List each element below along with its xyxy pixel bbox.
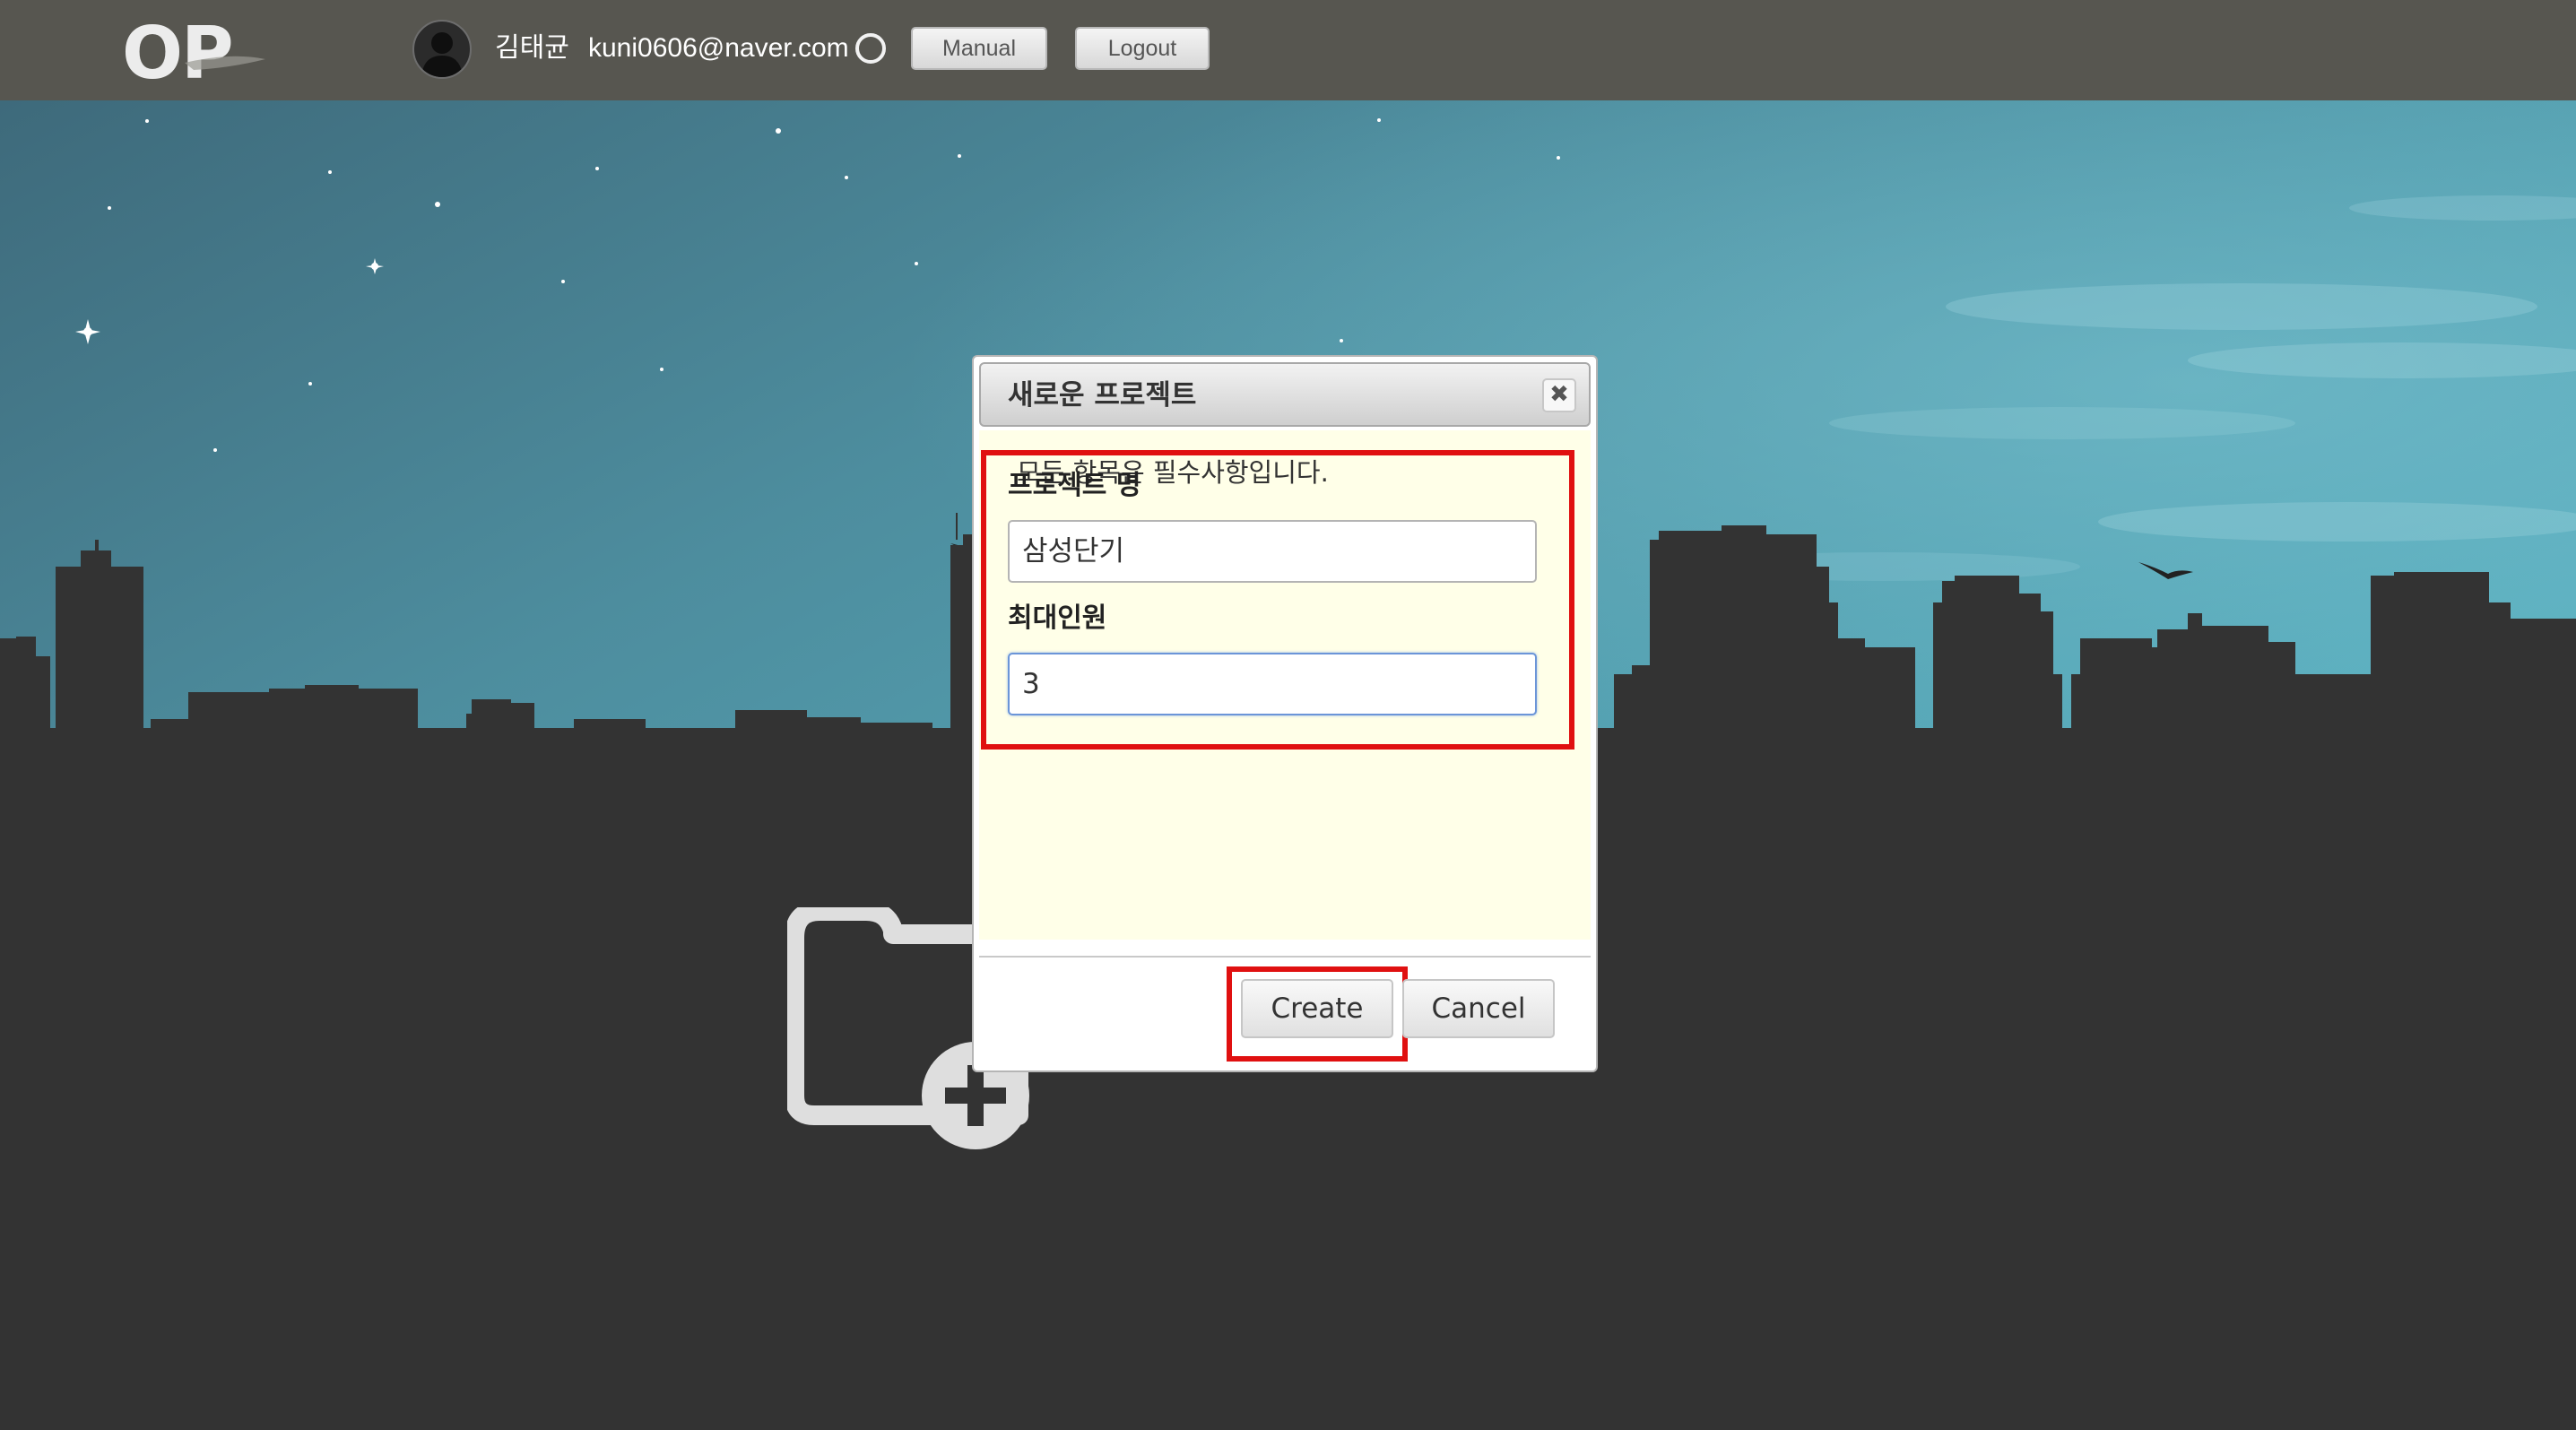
manual-button[interactable]: Manual	[911, 27, 1047, 70]
app-logo[interactable]: OP	[122, 5, 274, 95]
close-icon[interactable]: ✖	[1542, 378, 1576, 412]
dialog-header: 새로운 프로젝트 ✖	[979, 362, 1591, 427]
logo-swoosh-icon	[185, 56, 265, 70]
create-button[interactable]: Create	[1241, 979, 1393, 1038]
dialog-title: 새로운 프로젝트	[1008, 379, 1197, 412]
project-name-label: 프로젝트 명	[1008, 470, 1141, 501]
new-project-dialog: 새로운 프로젝트 ✖ 모든 항목은 필수사항입니다. 프로젝트 명 삼성단기 최…	[972, 355, 1598, 1072]
max-members-label: 최대인원	[1008, 602, 1107, 634]
max-members-input[interactable]: 3	[1008, 653, 1537, 715]
user-email: kuni0606@naver.com	[588, 33, 849, 63]
cancel-button[interactable]: Cancel	[1402, 979, 1555, 1038]
top-bar: OP 김태균 kuni0606@naver.com Manual Logout	[0, 0, 2576, 100]
status-ring-icon[interactable]	[855, 33, 886, 64]
user-avatar-icon[interactable]	[412, 20, 472, 79]
user-name: 김태균	[495, 32, 569, 64]
project-name-input[interactable]: 삼성단기	[1008, 520, 1537, 583]
logout-button[interactable]: Logout	[1075, 27, 1210, 70]
desktop-stage: OP 김태균 kuni0606@naver.com Manual Logout	[0, 0, 2576, 1430]
